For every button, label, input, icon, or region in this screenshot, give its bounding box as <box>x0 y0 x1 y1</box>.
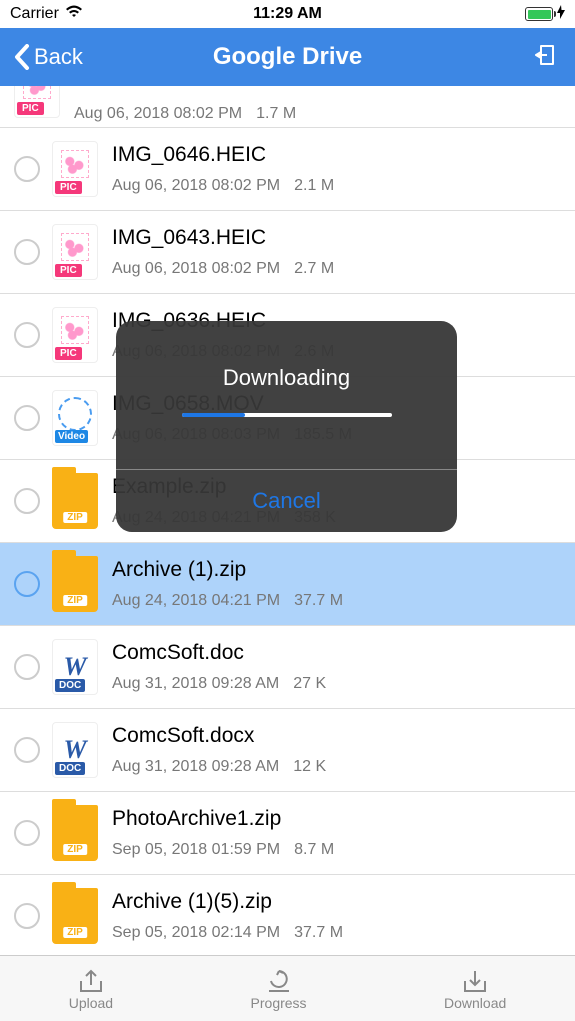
selection-circle[interactable] <box>14 239 40 265</box>
file-size: 12 K <box>293 758 326 776</box>
tab-download-label: Download <box>444 995 506 1011</box>
carrier-label: Carrier <box>10 5 59 23</box>
file-info: ComcSoft.docx Aug 31, 2018 09:28 AM 12 K <box>112 709 561 791</box>
selection-circle[interactable] <box>14 488 40 514</box>
file-name: Archive (1).zip <box>112 558 561 582</box>
file-info: Archive (1)(5).zip Sep 05, 2018 02:14 PM 3… <box>112 875 561 955</box>
file-date: Aug 31, 2018 09:28 AM <box>112 675 279 693</box>
file-info: Aug 06, 2018 08:02 PM 1.7 M <box>74 86 561 127</box>
cancel-button[interactable]: Cancel <box>116 470 457 532</box>
file-meta: Aug 06, 2018 08:02 PM 2.1 M <box>112 177 561 195</box>
pic-file-icon <box>52 224 98 280</box>
back-button[interactable]: Back <box>14 44 83 70</box>
tab-bar: Upload Progress Download <box>0 955 575 1021</box>
wifi-icon <box>65 5 83 24</box>
file-size: 2.1 M <box>294 177 334 195</box>
file-size: 8.7 M <box>294 841 334 859</box>
file-size: 1.7 M <box>256 105 296 123</box>
tab-progress[interactable]: Progress <box>251 967 307 1011</box>
file-name: IMG_0643.HEIC <box>112 226 561 250</box>
logout-button[interactable] <box>535 42 561 73</box>
file-size: 2.7 M <box>294 260 334 278</box>
file-item[interactable]: Archive (1).zip Aug 24, 2018 04:21 PM 37.7… <box>0 543 575 626</box>
file-item[interactable]: W ComcSoft.doc Aug 31, 2018 09:28 AM 27 K <box>0 626 575 709</box>
file-info: ComcSoft.doc Aug 31, 2018 09:28 AM 27 K <box>112 626 561 708</box>
file-name: PhotoArchive1.zip <box>112 807 561 831</box>
zip-file-icon <box>52 473 98 529</box>
tab-progress-label: Progress <box>251 995 307 1011</box>
zip-file-icon <box>52 805 98 861</box>
file-name: IMG_0646.HEIC <box>112 143 561 167</box>
file-item[interactable]: Aug 06, 2018 08:02 PM 1.7 M <box>0 86 575 128</box>
pic-file-icon <box>52 141 98 197</box>
file-size: 37.7 M <box>294 924 343 942</box>
file-date: Sep 05, 2018 02:14 PM <box>112 924 280 942</box>
tab-download[interactable]: Download <box>444 967 506 1011</box>
battery-icon <box>525 7 553 21</box>
selection-circle[interactable] <box>14 654 40 680</box>
file-name: ComcSoft.doc <box>112 641 561 665</box>
nav-bar: Back Google Drive <box>0 28 575 86</box>
selection-circle[interactable] <box>14 903 40 929</box>
file-meta: Aug 31, 2018 09:28 AM 12 K <box>112 758 561 776</box>
file-date: Aug 24, 2018 04:21 PM <box>112 592 280 610</box>
tab-upload[interactable]: Upload <box>69 967 113 1011</box>
download-icon <box>461 967 489 993</box>
file-meta: Aug 24, 2018 04:21 PM 37.7 M <box>112 592 561 610</box>
file-date: Aug 06, 2018 08:02 PM <box>112 260 280 278</box>
chevron-left-icon <box>14 44 30 70</box>
file-info: Archive (1).zip Aug 24, 2018 04:21 PM 37.7… <box>112 543 561 625</box>
file-size: 37.7 M <box>294 592 343 610</box>
file-meta: Aug 06, 2018 08:02 PM 2.7 M <box>112 260 561 278</box>
file-name: Archive (1)(5).zip <box>112 890 561 914</box>
progress-bar <box>182 413 392 417</box>
file-meta: Aug 06, 2018 08:02 PM 1.7 M <box>74 105 561 123</box>
upload-icon <box>77 967 105 993</box>
tab-upload-label: Upload <box>69 995 113 1011</box>
zip-file-icon <box>52 556 98 612</box>
file-date: Aug 06, 2018 08:02 PM <box>74 105 242 123</box>
file-info: PhotoArchive1.zip Sep 05, 2018 01:59 PM 8.… <box>112 792 561 874</box>
progress-icon <box>265 967 293 993</box>
file-date: Sep 05, 2018 01:59 PM <box>112 841 280 859</box>
selection-circle[interactable] <box>14 571 40 597</box>
downloading-modal: Downloading Cancel <box>116 321 457 532</box>
status-time: 11:29 AM <box>253 5 322 23</box>
file-date: Aug 31, 2018 09:28 AM <box>112 758 279 776</box>
doc-file-icon: W <box>52 722 98 778</box>
selection-circle[interactable] <box>14 405 40 431</box>
pic-file-icon <box>14 86 60 118</box>
page-title: Google Drive <box>213 43 362 71</box>
selection-circle[interactable] <box>14 737 40 763</box>
selection-circle[interactable] <box>14 156 40 182</box>
charging-icon <box>557 5 565 24</box>
selection-circle[interactable] <box>14 820 40 846</box>
video-file-icon <box>52 390 98 446</box>
file-meta: Sep 05, 2018 02:14 PM 37.7 M <box>112 924 561 942</box>
file-meta: Aug 31, 2018 09:28 AM 27 K <box>112 675 561 693</box>
selection-circle[interactable] <box>14 322 40 348</box>
file-meta: Sep 05, 2018 01:59 PM 8.7 M <box>112 841 561 859</box>
file-item[interactable]: W ComcSoft.docx Aug 31, 2018 09:28 AM 12 K <box>0 709 575 792</box>
file-item[interactable]: PhotoArchive1.zip Sep 05, 2018 01:59 PM 8.… <box>0 792 575 875</box>
status-bar: Carrier 11:29 AM <box>0 0 575 28</box>
file-item[interactable]: IMG_0646.HEIC Aug 06, 2018 08:02 PM 2.1 M <box>0 128 575 211</box>
file-info: IMG_0643.HEIC Aug 06, 2018 08:02 PM 2.7 M <box>112 211 561 293</box>
file-info: IMG_0646.HEIC Aug 06, 2018 08:02 PM 2.1 M <box>112 128 561 210</box>
modal-title: Downloading <box>116 321 457 413</box>
pic-file-icon <box>52 307 98 363</box>
file-item[interactable]: Archive (1)(5).zip Sep 05, 2018 02:14 PM 3… <box>0 875 575 955</box>
file-item[interactable]: IMG_0643.HEIC Aug 06, 2018 08:02 PM 2.7 M <box>0 211 575 294</box>
file-date: Aug 06, 2018 08:02 PM <box>112 177 280 195</box>
file-size: 27 K <box>293 675 326 693</box>
zip-file-icon <box>52 888 98 944</box>
back-label: Back <box>34 44 83 70</box>
file-name: ComcSoft.docx <box>112 724 561 748</box>
doc-file-icon: W <box>52 639 98 695</box>
